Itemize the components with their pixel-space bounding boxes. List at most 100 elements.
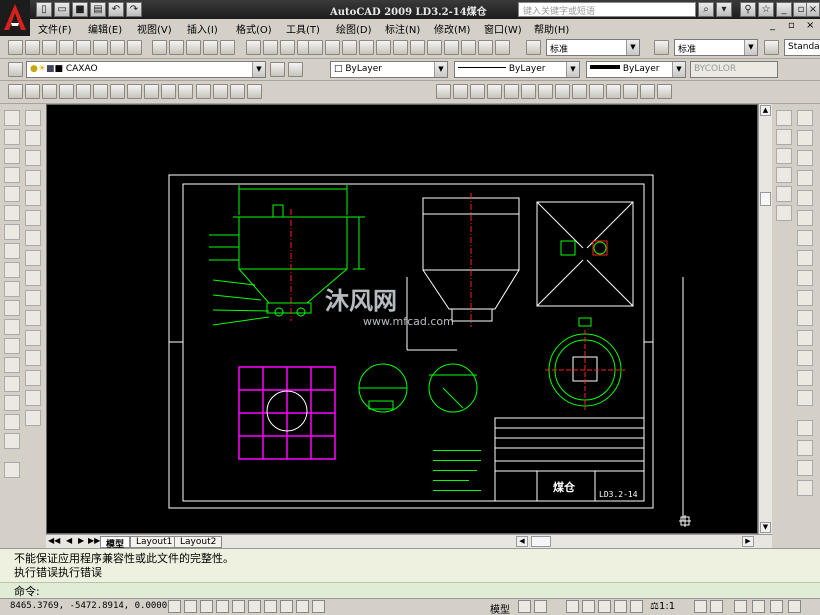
left-tool-1-15-icon[interactable] [4, 376, 20, 392]
standard-tool-9-icon[interactable] [152, 40, 167, 55]
undo-quick-icon[interactable]: ↶ [108, 2, 124, 17]
vertical-scroll-thumb[interactable] [760, 192, 771, 206]
draw-order-tool-25-icon[interactable] [589, 84, 604, 99]
left-tool-1-16-icon[interactable] [4, 395, 20, 411]
minimize-button[interactable]: _ [776, 2, 792, 17]
standard-tool-16-icon[interactable] [280, 40, 295, 55]
tab-prev-icon[interactable]: ◀ [66, 536, 72, 545]
open-quick-icon[interactable]: ▭ [54, 2, 70, 17]
layer-select[interactable]: ●☀■■ CAXAO ▼ [26, 61, 266, 78]
standard-tool-10-icon[interactable] [169, 40, 184, 55]
ortho-mode-icon[interactable] [200, 600, 213, 613]
dim-style-select[interactable]: 标准 ▼ [674, 39, 758, 56]
left-tool-1-12-icon[interactable] [4, 319, 20, 335]
right-tool-1-3-icon[interactable] [776, 148, 792, 164]
model-layout-icon[interactable] [518, 600, 531, 613]
left-tool-1-10-icon[interactable] [4, 281, 20, 297]
drawing-area[interactable]: 煤仓 LD3.2-14 [46, 104, 758, 534]
right-tool-2-5-icon[interactable] [797, 190, 813, 206]
polar-tracking-icon[interactable] [216, 600, 229, 613]
draw-order-tool-22-icon[interactable] [538, 84, 553, 99]
showmotion-icon[interactable] [614, 600, 627, 613]
right-tool-2-16-icon[interactable] [797, 420, 813, 436]
standard-tool-25-icon[interactable] [427, 40, 442, 55]
menu-insert[interactable]: 插入(I) [187, 21, 218, 36]
right-tool-2-6-icon[interactable] [797, 210, 813, 226]
draw-order-tool-20-icon[interactable] [504, 84, 519, 99]
auto-scale-icon[interactable] [710, 600, 723, 613]
left-tool-1-4-icon[interactable] [4, 167, 20, 183]
left-tool-1-19-icon[interactable] [4, 462, 20, 478]
menu-dimension[interactable]: 标注(N) [385, 21, 420, 36]
dynamic-ucs-icon[interactable] [264, 600, 277, 613]
standard-tool-5-icon[interactable] [76, 40, 91, 55]
standard-tool-26-icon[interactable] [444, 40, 459, 55]
menu-format[interactable]: 格式(O) [236, 21, 272, 36]
standard-tool-7-icon[interactable] [110, 40, 125, 55]
right-tool-1-1-icon[interactable] [776, 110, 792, 126]
workspace-icon[interactable] [734, 600, 747, 613]
layer-previous-icon[interactable] [288, 62, 303, 77]
draw-order-tool-3-icon[interactable] [42, 84, 57, 99]
left-tool-1-3-icon[interactable] [4, 148, 20, 164]
tab-model[interactable]: 模型 [100, 536, 131, 550]
menu-file[interactable]: 文件(F) [38, 21, 72, 36]
left-tool-2-13-icon[interactable] [25, 350, 41, 366]
left-tool-1-6-icon[interactable] [4, 205, 20, 221]
standard-tool-1-icon[interactable] [8, 40, 23, 55]
dynamic-input-icon[interactable] [280, 600, 293, 613]
autocad-logo[interactable] [0, 0, 30, 36]
right-tool-2-18-icon[interactable] [797, 460, 813, 476]
left-tool-2-16-icon[interactable] [25, 410, 41, 426]
annotation-visibility-icon[interactable] [694, 600, 707, 613]
scroll-down-icon[interactable]: ▼ [760, 522, 771, 533]
right-tool-2-15-icon[interactable] [797, 390, 813, 406]
left-tool-2-9-icon[interactable] [25, 270, 41, 286]
standard-tool-28-icon[interactable] [478, 40, 493, 55]
draw-order-tool-10-icon[interactable] [161, 84, 176, 99]
menu-help[interactable]: 帮助(H) [534, 21, 569, 36]
draw-order-tool-14-icon[interactable] [230, 84, 245, 99]
style-tool-1-icon[interactable] [526, 40, 541, 55]
tab-first-icon[interactable]: ◀◀ [48, 536, 60, 545]
linetype-select[interactable]: ByLayer ▼ [454, 61, 580, 78]
clean-screen-icon[interactable] [770, 600, 783, 613]
standard-tool-21-icon[interactable] [359, 40, 374, 55]
draw-order-tool-11-icon[interactable] [178, 84, 193, 99]
left-tool-1-7-icon[interactable] [4, 224, 20, 240]
left-tool-2-8-icon[interactable] [25, 250, 41, 266]
lineweight-toggle-icon[interactable] [296, 600, 309, 613]
standard-tool-23-icon[interactable] [393, 40, 408, 55]
standard-tool-6-icon[interactable] [93, 40, 108, 55]
right-tool-2-14-icon[interactable] [797, 370, 813, 386]
draw-order-tool-24-icon[interactable] [572, 84, 587, 99]
scroll-up-icon[interactable]: ▲ [760, 105, 771, 116]
draw-order-tool-16-icon[interactable] [436, 84, 451, 99]
vertical-scrollbar[interactable]: ▲ ▼ [758, 104, 772, 534]
quick-view-icon[interactable] [534, 600, 547, 613]
tab-next-icon[interactable]: ▶ [78, 536, 84, 545]
draw-order-tool-26-icon[interactable] [606, 84, 621, 99]
left-tool-1-2-icon[interactable] [4, 129, 20, 145]
menu-window[interactable]: 窗口(W) [484, 21, 522, 36]
left-tool-2-3-icon[interactable] [25, 150, 41, 166]
draw-order-tool-21-icon[interactable] [521, 84, 536, 99]
horizontal-scroll-thumb[interactable] [531, 536, 551, 547]
zoom-icon[interactable] [582, 600, 595, 613]
right-tool-2-8-icon[interactable] [797, 250, 813, 266]
draw-order-tool-5-icon[interactable] [76, 84, 91, 99]
right-tool-2-19-icon[interactable] [797, 480, 813, 496]
standard-tool-11-icon[interactable] [186, 40, 201, 55]
search-icon[interactable]: ⌕ [698, 2, 714, 17]
left-tool-1-14-icon[interactable] [4, 357, 20, 373]
standard-tool-4-icon[interactable] [59, 40, 74, 55]
right-tool-2-12-icon[interactable] [797, 330, 813, 346]
standard-tool-20-icon[interactable] [342, 40, 357, 55]
menu-edit[interactable]: 编辑(E) [88, 21, 122, 36]
standard-tool-2-icon[interactable] [25, 40, 40, 55]
scroll-left-icon[interactable]: ◀ [516, 536, 528, 547]
standard-tool-12-icon[interactable] [203, 40, 218, 55]
document-restore-button[interactable]: ▫ [788, 20, 795, 31]
left-tool-1-1-icon[interactable] [4, 110, 20, 126]
right-tool-2-9-icon[interactable] [797, 270, 813, 286]
